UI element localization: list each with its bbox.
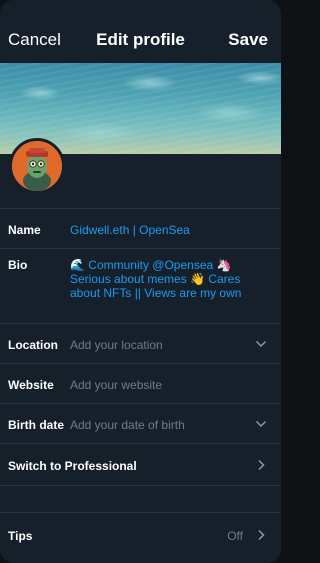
chevron-right-icon: [258, 459, 265, 471]
location-row[interactable]: Location Add your location: [0, 323, 281, 364]
birth-date-label: Birth date: [8, 418, 65, 432]
tips-label: Tips: [8, 529, 33, 543]
chevron-right-icon: [258, 529, 265, 541]
save-button[interactable]: Save: [228, 30, 268, 50]
name-row[interactable]: Name Gidwell.eth | OpenSea: [0, 208, 281, 249]
name-field[interactable]: Gidwell.eth | OpenSea: [70, 223, 190, 237]
section-divider: [0, 485, 281, 513]
location-label: Location: [8, 338, 58, 352]
birth-date-row[interactable]: Birth date Add your date of birth: [0, 403, 281, 444]
switch-to-professional-label: Switch to Professional: [8, 459, 137, 473]
website-row[interactable]: Website Add your website: [0, 363, 281, 404]
avatar[interactable]: [9, 138, 65, 194]
avatar-illustration: [12, 141, 62, 191]
tips-status: Off: [227, 529, 243, 543]
name-label: Name: [8, 223, 41, 237]
bio-line: 🌊 Community @Opensea 🦄: [70, 258, 232, 272]
edit-profile-screen: Cancel Edit profile Save Name Gidwell.et…: [0, 0, 281, 563]
switch-to-professional-row[interactable]: Switch to Professional: [0, 443, 281, 486]
bio-field[interactable]: 🌊 Community @Opensea 🦄 Serious about mem…: [70, 258, 270, 300]
location-input[interactable]: Add your location: [70, 338, 163, 352]
tips-row[interactable]: Tips Off: [0, 512, 281, 557]
bio-label: Bio: [8, 258, 28, 272]
bio-row[interactable]: Bio 🌊 Community @Opensea 🦄 Serious about…: [0, 248, 281, 324]
bio-line: about NFTs || Views are my own: [70, 286, 242, 300]
bio-line: Serious about memes 👋 Cares: [70, 272, 241, 286]
header-bar: Cancel Edit profile Save: [0, 0, 281, 63]
chevron-down-icon[interactable]: [255, 418, 267, 430]
birth-date-input[interactable]: Add your date of birth: [70, 418, 185, 432]
website-input[interactable]: Add your website: [70, 378, 162, 392]
chevron-down-icon[interactable]: [255, 338, 267, 350]
website-label: Website: [8, 378, 54, 392]
